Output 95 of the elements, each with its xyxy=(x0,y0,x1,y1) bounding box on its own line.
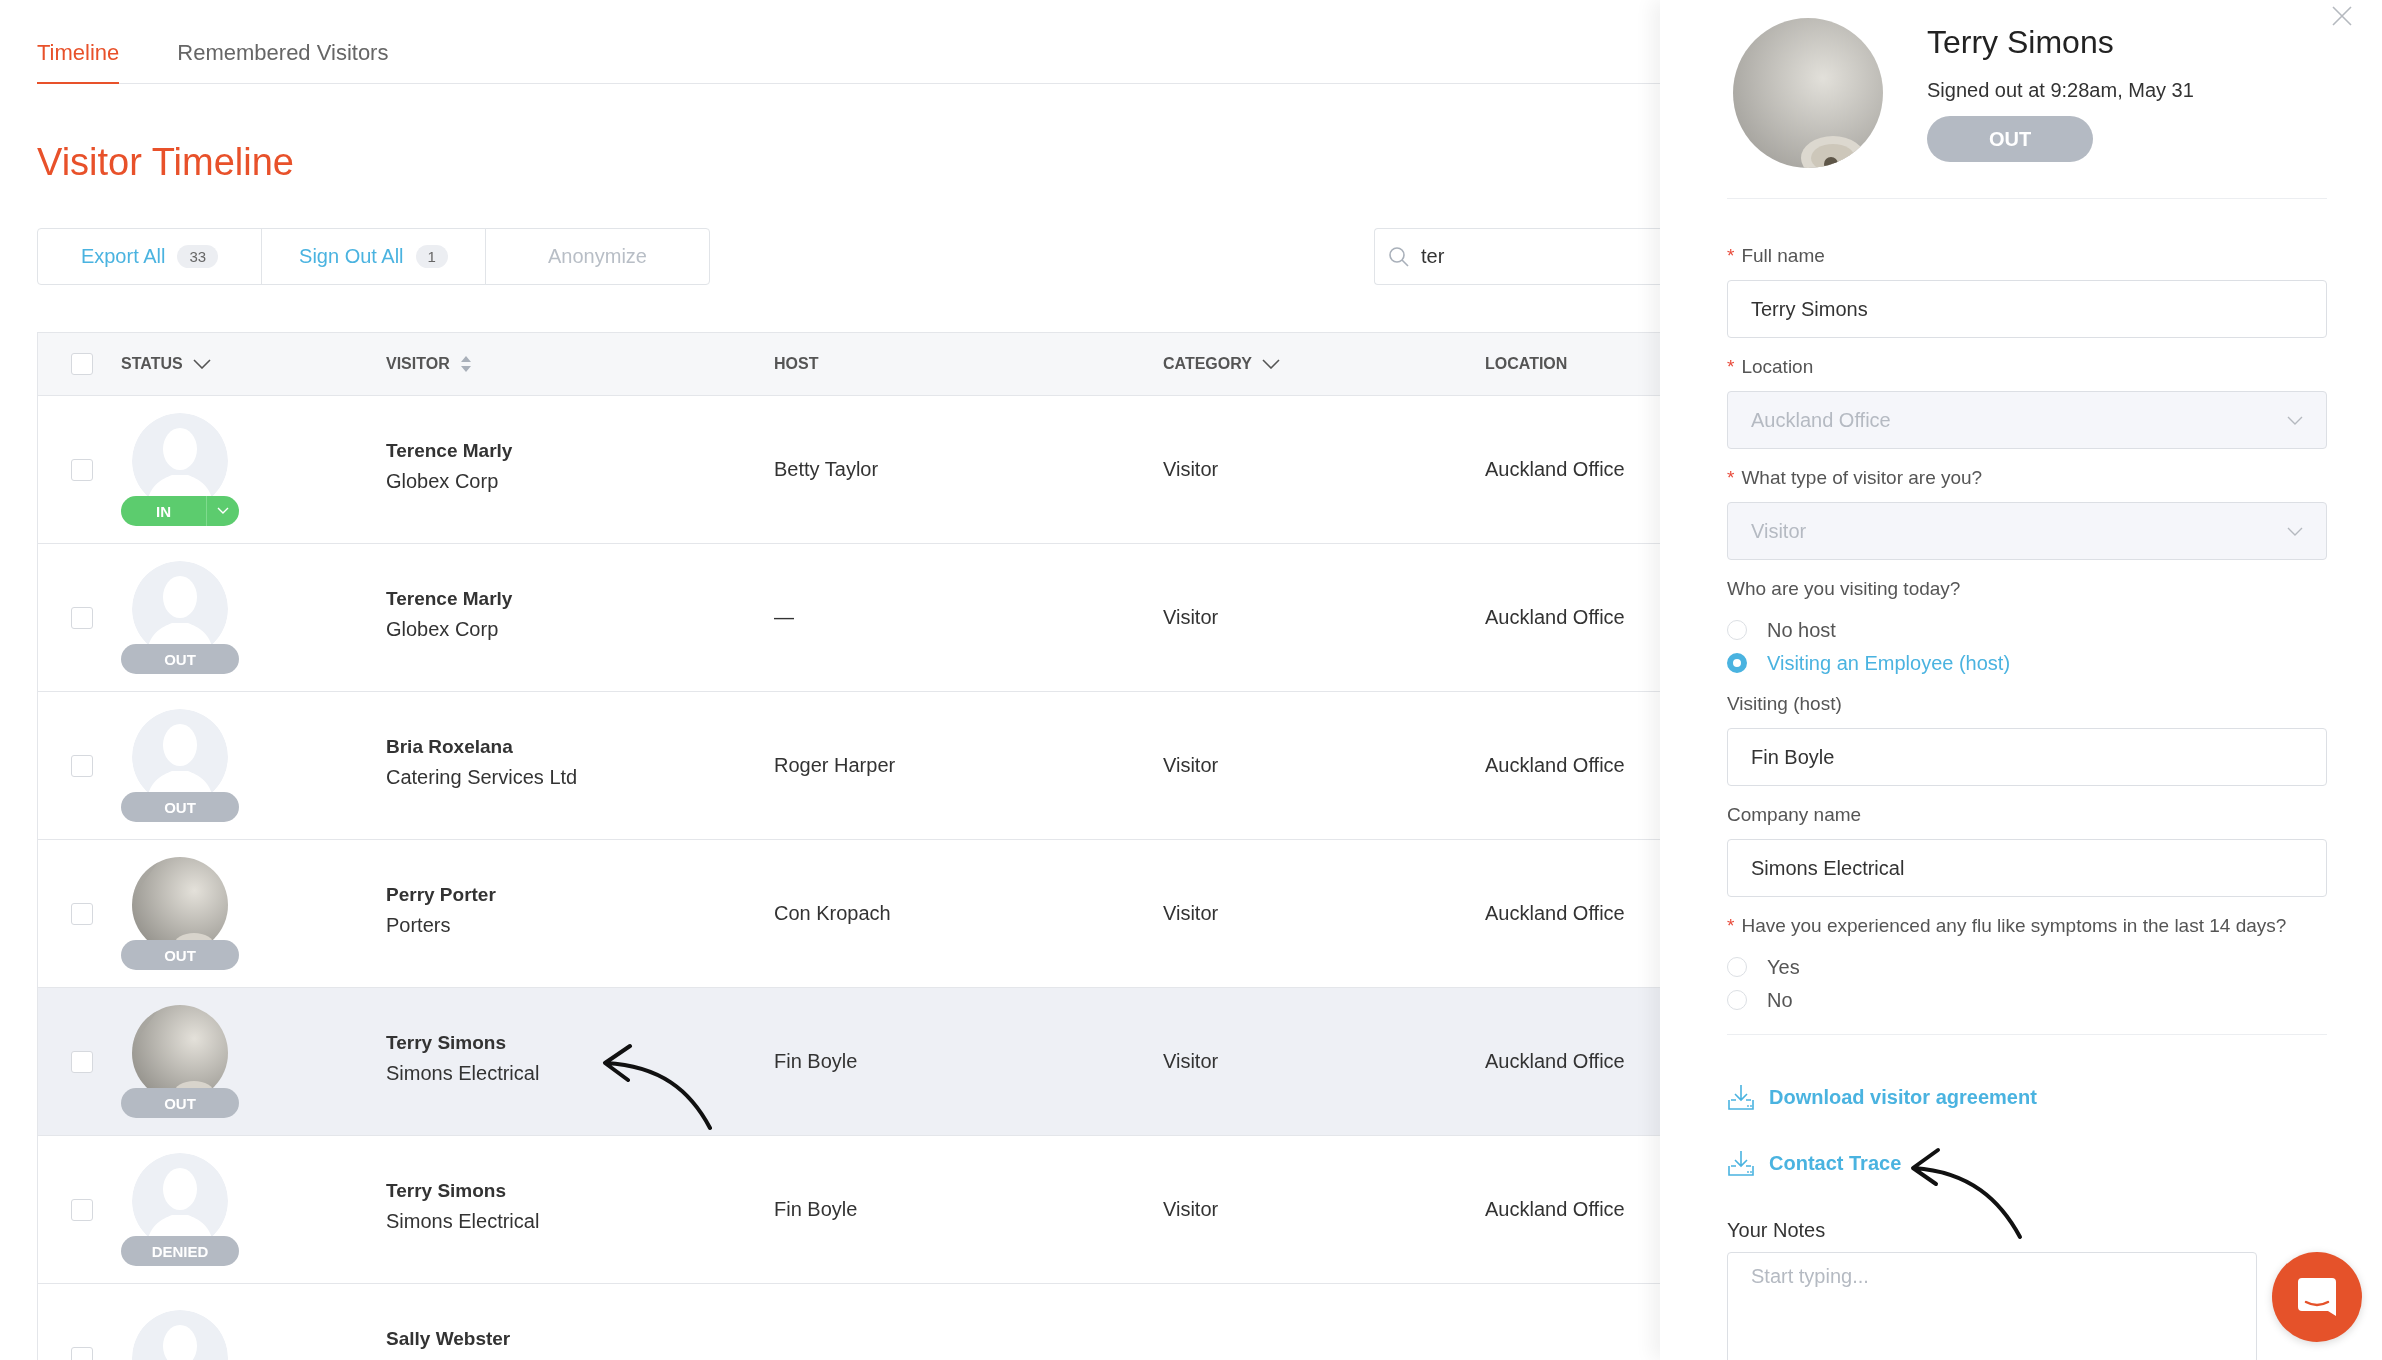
visitor-company: Porters xyxy=(386,914,452,937)
column-header[interactable]: HOST xyxy=(774,355,819,373)
table-cell: Visitor xyxy=(1163,458,1219,480)
notes-field[interactable]: Start typing... xyxy=(1727,1252,2257,1360)
visitor-name: Terence Marly xyxy=(386,440,514,462)
chevron-down-icon xyxy=(2287,415,2303,425)
field-label: What type of visitor are you? xyxy=(1741,467,1983,488)
field-label: Company name xyxy=(1727,804,1862,825)
chat-bubble-icon xyxy=(2296,1276,2338,1318)
status-badge: DENIED xyxy=(121,1236,239,1266)
sort-icon[interactable] xyxy=(459,355,472,373)
table-cell: Fin Boyle xyxy=(774,1198,858,1220)
field-label: Location xyxy=(1741,356,1814,377)
close-icon[interactable] xyxy=(2331,5,2353,27)
field-label: Have you experienced any flu like symptoms in the last 14 days? xyxy=(1741,915,2287,936)
radio-option[interactable]: Yes xyxy=(1727,955,2327,979)
table-cell: Roger Harper xyxy=(774,754,896,776)
text-field[interactable]: Simons Electrical xyxy=(1727,839,2327,897)
table-cell: Con Kropach xyxy=(774,902,891,924)
table-cell: Visitor xyxy=(1163,754,1219,776)
checkbox[interactable] xyxy=(70,1198,93,1221)
text-field[interactable]: Terry Simons xyxy=(1727,280,2327,338)
checkbox[interactable] xyxy=(70,606,93,629)
table-cell: Visitor xyxy=(1163,1050,1219,1072)
field-label: Who are you visiting today? xyxy=(1727,578,1961,599)
field-label: Your Notes xyxy=(1727,1219,1827,1242)
column-header[interactable]: VISITOR xyxy=(386,355,450,373)
table-row[interactable]: IN Terence Marly Globex Corp Betty Taylor Visitor Auckland Office xyxy=(38,396,1660,544)
required-mark: * xyxy=(1727,915,1735,936)
visitor-company: Globex Corp xyxy=(386,618,500,641)
table-cell: Auckland Office xyxy=(1485,458,1625,480)
toolbar-button[interactable]: Sign Out All 1 xyxy=(261,228,486,285)
table-cell: Auckland Office xyxy=(1485,754,1625,776)
column-header[interactable]: LOCATION xyxy=(1485,355,1568,373)
visitor-name: Terry Simons xyxy=(1927,24,2115,61)
visitor-company: Catering Services Ltd xyxy=(386,766,579,789)
table-cell: Fin Boyle xyxy=(774,1050,858,1072)
table-cell: Auckland Office xyxy=(1485,1050,1625,1072)
checkbox[interactable] xyxy=(70,1050,93,1073)
tab[interactable]: Remembered Visitors xyxy=(177,40,389,84)
checkbox[interactable] xyxy=(70,754,93,777)
table-cell: — xyxy=(774,606,794,628)
table-cell: Auckland Office xyxy=(1485,1198,1625,1220)
field-label: Full name xyxy=(1741,245,1825,266)
status-badge: OUT xyxy=(121,644,239,674)
visitor-name: Perry Porter xyxy=(386,884,497,906)
toolbar-button[interactable]: Export All 33 xyxy=(37,228,262,285)
checkbox[interactable] xyxy=(70,353,93,375)
column-header[interactable]: STATUS xyxy=(121,355,183,373)
table-row[interactable]: OUT Terry Simons Simons Electrical Fin Boyle Visitor Auckland Office xyxy=(38,988,1660,1136)
required-mark: * xyxy=(1727,467,1735,488)
visitor-company: Globex Corp xyxy=(386,470,500,493)
field-label: Visiting (host) xyxy=(1727,693,1842,714)
table-cell: Auckland Office xyxy=(1485,902,1625,924)
radio-option[interactable]: No host xyxy=(1727,618,2327,642)
table-cell: Betty Taylor xyxy=(774,458,879,480)
chevron-down-icon xyxy=(217,507,229,515)
checkbox[interactable] xyxy=(70,458,93,481)
visitor-name: Terry Simons xyxy=(386,1180,508,1202)
visitor-name: Sally Webster xyxy=(386,1328,512,1350)
visitor-name: Bria Roxelana xyxy=(386,736,514,758)
download-icon xyxy=(1727,1149,1755,1177)
table-cell: Auckland Office xyxy=(1485,606,1625,628)
download-icon xyxy=(1727,1083,1755,1111)
text-field[interactable]: Fin Boyle xyxy=(1727,728,2327,786)
status-badge: OUT xyxy=(121,1088,239,1118)
radio-button[interactable] xyxy=(1727,653,1747,673)
table-row[interactable]: OUT Terence Marly Globex Corp — Visitor Auckland Office xyxy=(38,544,1660,692)
table-row[interactable]: OUT Bria Roxelana Catering Services Ltd Roger Harper Visitor Auckland Office xyxy=(38,692,1660,840)
visitor-company: Simons Electrical xyxy=(386,1210,541,1233)
count-badge: 33 xyxy=(177,245,219,268)
table-cell: Visitor xyxy=(1163,606,1219,628)
required-mark: * xyxy=(1727,356,1735,377)
table-cell: Visitor xyxy=(1163,902,1219,924)
search-field[interactable]: ter xyxy=(1374,228,1660,285)
table-row[interactable]: DENIED Terry Simons Simons Electrical Fin Boyle Visitor Auckland Office xyxy=(38,1136,1660,1284)
checkbox[interactable] xyxy=(70,902,93,925)
chevron-down-icon[interactable] xyxy=(192,359,211,369)
sign-out-time: Signed out at 9:28am, May 31 xyxy=(1927,79,2194,102)
tab[interactable]: Timeline xyxy=(37,40,120,84)
page-title: Visitor Timeline xyxy=(37,140,295,184)
table-cell: Visitor xyxy=(1163,1198,1219,1220)
chevron-down-icon xyxy=(2287,526,2303,536)
visitor-company: Simons Electrical xyxy=(386,1062,541,1085)
status-badge: OUT xyxy=(121,792,239,822)
status-badge: OUT xyxy=(121,940,239,970)
column-header[interactable]: CATEGORY xyxy=(1163,355,1252,373)
search-icon xyxy=(1388,246,1410,268)
visitor-name: Terence Marly xyxy=(386,588,514,610)
table-row[interactable]: Sally Webster xyxy=(38,1284,1660,1360)
visitor-name: Terry Simons xyxy=(386,1032,508,1054)
radio-option[interactable]: No xyxy=(1727,988,2327,1012)
chevron-down-icon[interactable] xyxy=(1261,359,1280,369)
required-mark: * xyxy=(1727,245,1735,266)
count-badge: 1 xyxy=(415,245,448,268)
